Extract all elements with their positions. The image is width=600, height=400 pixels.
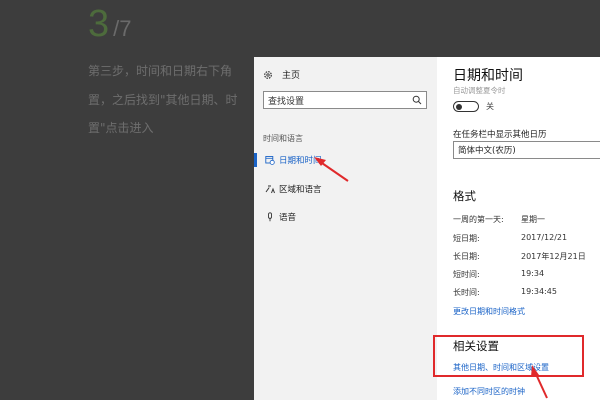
microphone-icon (268, 212, 272, 222)
format-value: 19:34 (521, 269, 545, 278)
auto-dst-label: 自动调整夏令时 (453, 86, 506, 95)
toggle-state: 关 (486, 102, 494, 111)
calendar-clock-icon (265, 156, 275, 165)
format-value: 2017年12月21日 (521, 252, 586, 261)
search-input[interactable]: 查找设置 (263, 91, 427, 109)
calendar-select[interactable]: 简体中文(农历) (453, 141, 600, 159)
tutorial-line-1: 第三步，时间和日期右下角 (88, 64, 233, 78)
search-icon (412, 95, 422, 105)
annotation-arrow-icon (531, 365, 548, 399)
nav-section-title: 时间和语言 (263, 134, 303, 143)
format-row: 短日期: 2017/12/21 (453, 233, 600, 245)
step-number: 3 (88, 3, 110, 45)
tutorial-line-2: 置，之后找到"其他日期、时 (88, 93, 238, 107)
format-heading: 格式 (453, 189, 476, 203)
format-row: 长日期: 2017年12月21日 (453, 251, 600, 263)
home-label: 主页 (282, 71, 301, 81)
format-key: 长日期: (453, 252, 480, 261)
format-key: 长时间: (453, 288, 480, 297)
format-key: 一周的第一天: (453, 215, 504, 224)
format-key: 短时间: (453, 270, 480, 279)
format-key: 短日期: (453, 234, 480, 243)
step-total: /7 (113, 16, 132, 41)
taskbar-calendar-label: 在任务栏中显示其他日历 (453, 130, 547, 140)
search-placeholder: 查找设置 (268, 96, 305, 107)
format-value: 2017/12/21 (521, 233, 568, 242)
settings-sidebar: 主页 查找设置 时间和语言 日期和时间 区域和语言 语音 (254, 57, 437, 400)
change-formats-link[interactable]: 更改日期和时间格式 (453, 306, 525, 317)
format-value: 星期一 (521, 215, 545, 224)
auto-dst-toggle[interactable] (453, 101, 479, 112)
calendar-select-value: 简体中文(农历) (458, 146, 516, 156)
tutorial-line-3: 置"点击进入 (88, 121, 154, 135)
format-row: 长时间: 19:34:45 (453, 287, 600, 299)
format-row: 短时间: 19:34 (453, 269, 600, 281)
toggle-knob (456, 103, 462, 110)
home-link[interactable]: 主页 (263, 68, 300, 81)
active-indicator (254, 153, 257, 167)
format-value: 19:34:45 (521, 287, 557, 296)
annotation-highlight-box (433, 335, 584, 377)
format-row: 一周的第一天: 星期一 (453, 214, 600, 226)
add-clocks-link[interactable]: 添加不同时区的时钟 (453, 386, 525, 397)
annotation-arrow-icon (314, 157, 349, 182)
step-indicator: 3/7 (88, 2, 132, 51)
sidebar-item-speech[interactable]: 语音 (254, 208, 437, 226)
region-language-icon (265, 185, 275, 194)
sidebar-item-label: 语音 (279, 213, 297, 223)
page-title: 日期和时间 (453, 68, 523, 84)
gear-icon (264, 70, 272, 79)
